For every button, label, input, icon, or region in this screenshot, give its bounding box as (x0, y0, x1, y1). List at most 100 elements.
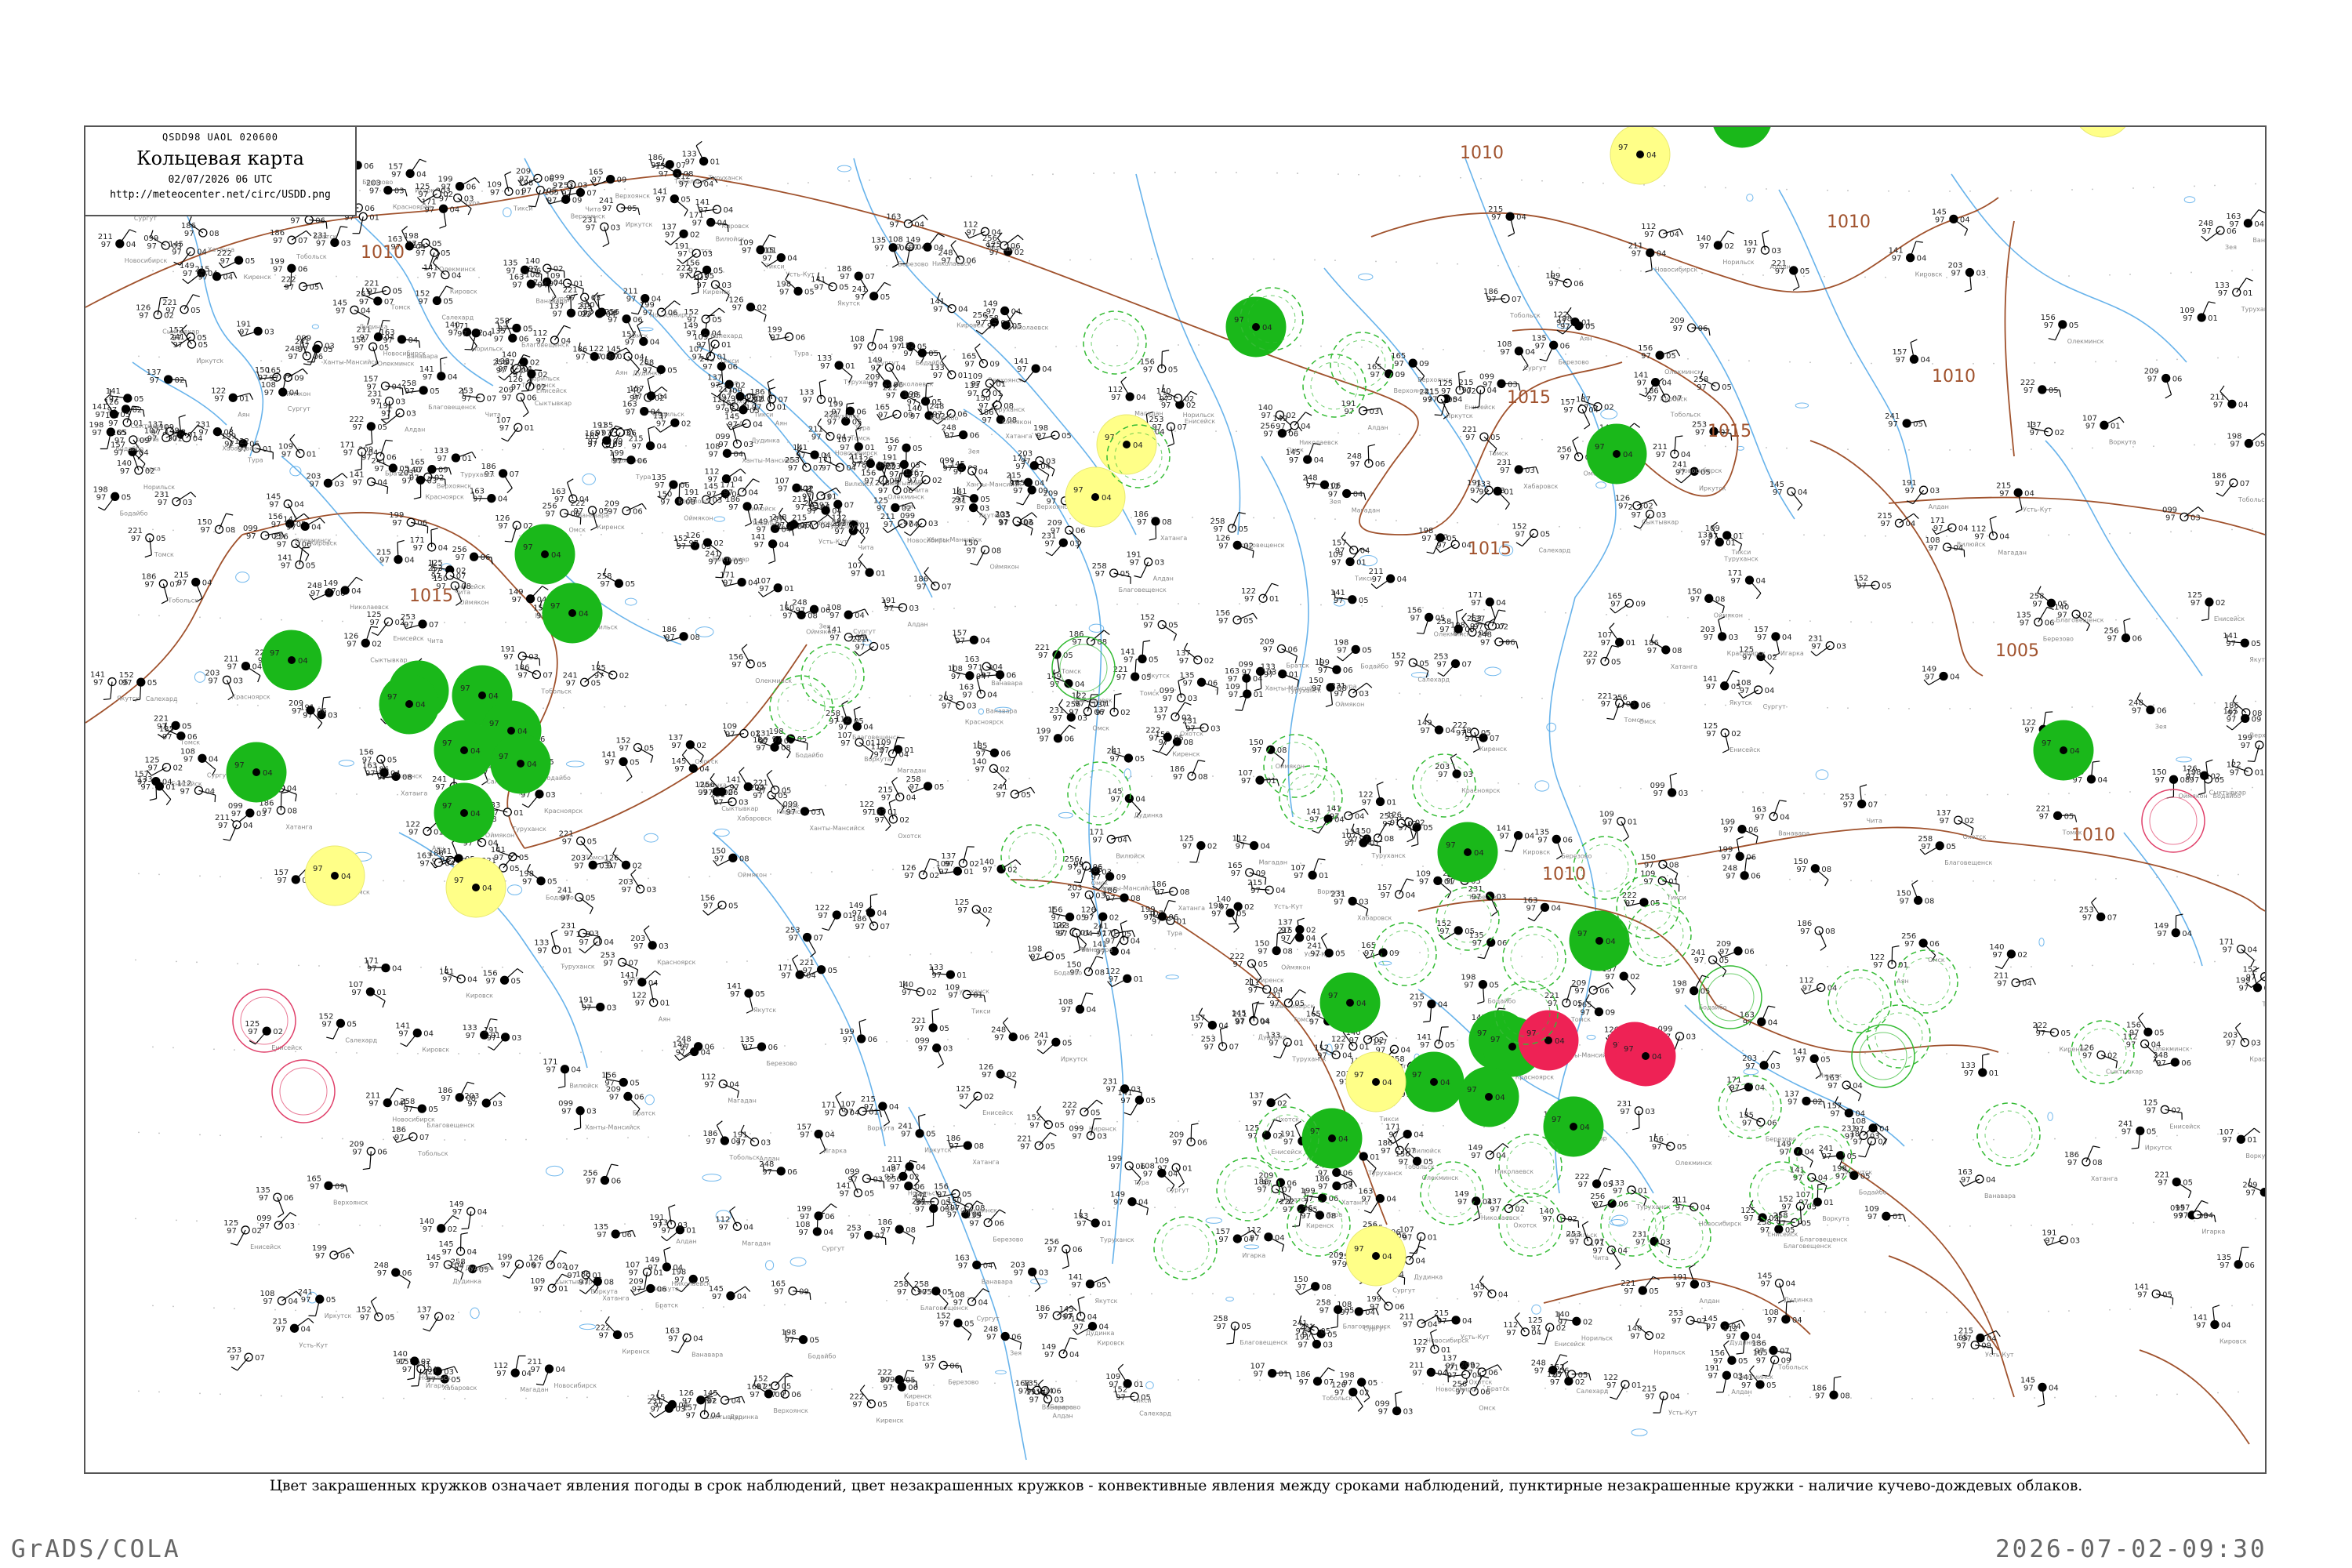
yellow-phenomenon-marker[interactable]: 9704 (304, 845, 365, 906)
station-plot[interactable]: 1869707Тобольск (1483, 288, 1541, 319)
station-plot[interactable]: 1419704Кировск (1889, 241, 1943, 278)
station-plot[interactable]: 17197 04Вилюйск (1089, 828, 1145, 859)
red-phenomenon-marker[interactable]: 9704 (1518, 1010, 1579, 1071)
station-plot[interactable]: 1129704Магадан (1971, 515, 2027, 557)
station-plot[interactable]: 1999706Тура (1107, 1155, 1149, 1186)
station-plot[interactable]: 2569706 (2104, 618, 2143, 644)
station-plot[interactable]: 1569705 (1215, 609, 1258, 626)
station-plot[interactable]: 1499704 (1041, 1337, 1080, 1359)
station-plot[interactable]: 1269702 (729, 296, 768, 322)
station-plot[interactable]: 12597 02Енисейск (2143, 1098, 2200, 1130)
station-plot[interactable]: 2489706Зея (1303, 474, 1341, 505)
station-plot[interactable]: 21597 04 (376, 539, 415, 565)
yellow-phenomenon-marker[interactable]: 9704 (2073, 127, 2132, 138)
station-plot[interactable]: 1419705Якутск (952, 486, 1002, 519)
green-phenomenon-marker[interactable]: 9704 (1586, 423, 1647, 485)
station-plot[interactable]: 2419705Иркутск (1034, 1031, 1088, 1062)
station-plot[interactable]: 2099706Братск (2242, 1178, 2265, 1213)
station-plot[interactable]: 1089704 (1058, 993, 1096, 1015)
station-plot[interactable]: 2489706 (374, 1261, 412, 1289)
station-plot[interactable]: 1869707Тобольск (2212, 472, 2265, 503)
station-plot[interactable]: 2229705 (2020, 379, 2062, 397)
station-plot[interactable]: 2319703 (1808, 634, 1846, 657)
station-plot[interactable]: 1989705 (1033, 424, 1072, 441)
station-plot[interactable]: 1099701 (2180, 301, 2218, 323)
station-plot[interactable]: 1659709 (771, 1280, 811, 1301)
station-plot[interactable]: 2229705 (852, 635, 891, 657)
station-plot[interactable]: 1269702Сыктывкар (1615, 495, 1679, 526)
station-plot[interactable]: 1999706 (1036, 724, 1076, 744)
station-plot[interactable]: 2229705Киренск (595, 1316, 650, 1356)
station-plot[interactable]: 13797 02Охотск (1936, 809, 1987, 840)
station-plot[interactable]: 2419705Иркутск (2118, 1120, 2172, 1151)
station-plot[interactable]: 1259702 (1179, 835, 1218, 863)
station-plot[interactable]: 1919703Алдан (1902, 479, 1949, 510)
station-plot[interactable]: 1529705Салехард (318, 1012, 377, 1044)
station-plot[interactable]: 1359706 (972, 740, 1011, 759)
green-phenomenon-marker[interactable]: 9704 (1543, 1096, 1604, 1157)
station-plot[interactable]: 2589705 (597, 568, 635, 589)
station-plot[interactable]: 1419704 (620, 970, 661, 988)
station-plot[interactable]: 2219705 (911, 1008, 949, 1033)
station-plot[interactable]: 1229701 (1241, 583, 1279, 604)
station-plot[interactable]: 1099701 (1599, 811, 1638, 842)
station-plot[interactable]: 1269702 (1215, 534, 1254, 558)
station-plot[interactable]: 15297 05 (1140, 614, 1178, 641)
station-plot[interactable]: 1509708 (1793, 858, 1831, 887)
station-plot[interactable]: 1419704 (350, 471, 389, 494)
station-plot[interactable]: 2589705 (906, 775, 945, 793)
station-plot[interactable]: 2099706 (1670, 317, 1711, 336)
station-plot[interactable]: 21597 04Усть-Кут (1247, 879, 1303, 910)
station-plot[interactable]: 15297 05 (1026, 1105, 1065, 1131)
station-plot[interactable]: 1989705Бодайбо (769, 728, 824, 759)
station-plot[interactable]: 2489706 (2153, 1051, 2191, 1068)
station-plot[interactable]: 2119704Новосибирск (1628, 241, 1698, 273)
station-plot[interactable]: 1419704 (751, 533, 789, 564)
station-plot[interactable]: 1419705 (1330, 589, 1369, 605)
green-phenomenon-marker[interactable]: 9704 (1403, 1051, 1465, 1112)
station-plot[interactable]: 1639704Ванавара (665, 1327, 723, 1359)
station-plot[interactable]: 14097 02 (1216, 895, 1254, 925)
station-plot[interactable]: 1379702 (417, 1305, 456, 1332)
station-plot[interactable]: 1499704Николаевск (1468, 1143, 1534, 1176)
station-plot[interactable]: 1339701Туруханск (2215, 278, 2265, 313)
station-plot[interactable]: 2229705Киренск (1229, 953, 1284, 984)
station-plot[interactable]: 1459704Дудинка (1757, 1272, 1813, 1304)
station-plot[interactable]: 1419705Якутск (727, 982, 776, 1014)
station-plot[interactable]: 1419704Кировск (2193, 1305, 2247, 1345)
station-plot[interactable]: 1989705 (2227, 433, 2265, 449)
station-plot[interactable]: 1989705Бодайбо (1334, 638, 1388, 670)
station-plot[interactable]: 2039703Красноярск (2223, 1022, 2265, 1063)
station-plot[interactable]: 1359706 (593, 1223, 636, 1240)
station-plot[interactable]: 0999703 (256, 1212, 297, 1231)
station-plot[interactable]: 1639704Ванавара (2226, 209, 2265, 244)
station-plot[interactable]: 1419705Якутск (2223, 632, 2265, 663)
station-plot[interactable]: 2489706 (991, 1017, 1029, 1043)
station-plot[interactable]: 0999703 (2162, 506, 2204, 522)
station-plot[interactable]: 1719704 (410, 528, 448, 553)
station-plot[interactable]: 14597 04 (709, 1285, 751, 1301)
station-plot[interactable]: 15297 05 (1853, 574, 1892, 590)
station-plot[interactable]: 1079701 (756, 577, 794, 597)
station-plot[interactable]: 15297 05 (936, 1312, 975, 1341)
station-plot[interactable]: 1459704Дудинка (1107, 788, 1163, 819)
station-plot[interactable]: 1079701 (1598, 622, 1636, 648)
station-plot[interactable]: 21197 04 (1232, 1001, 1271, 1027)
station-plot[interactable]: 1639704Ванавара (1751, 800, 1809, 837)
station-plot[interactable]: 1499704Николаевск (323, 576, 389, 611)
station-plot[interactable]: 1129704Магадан (1108, 376, 1163, 417)
weather-map[interactable]: 1419704Кировск1269702Сыктывкар1079701Вор… (84, 125, 2267, 1474)
station-plot[interactable]: 2039703 (306, 472, 348, 488)
station-plot[interactable]: 2539707Чита (1840, 784, 1882, 825)
station-plot[interactable]: 1079701 (1238, 769, 1279, 786)
station-plot[interactable]: 1129704Магадан (715, 1206, 771, 1247)
station-plot[interactable]: 2099706 (2144, 368, 2183, 399)
station-plot[interactable]: 1509708 (1294, 1276, 1332, 1295)
station-plot[interactable]: 2219705 (800, 959, 838, 977)
green-phenomenon-marker[interactable]: 9704 (490, 733, 551, 794)
station-plot[interactable]: 2039703Красноярск (205, 669, 270, 700)
station-plot[interactable]: 0999703 (1375, 1391, 1414, 1417)
station-plot[interactable]: 1579704 (630, 376, 668, 401)
station-plot[interactable]: 1999706 (1545, 270, 1584, 289)
station-plot[interactable]: 1579704 (952, 629, 990, 645)
